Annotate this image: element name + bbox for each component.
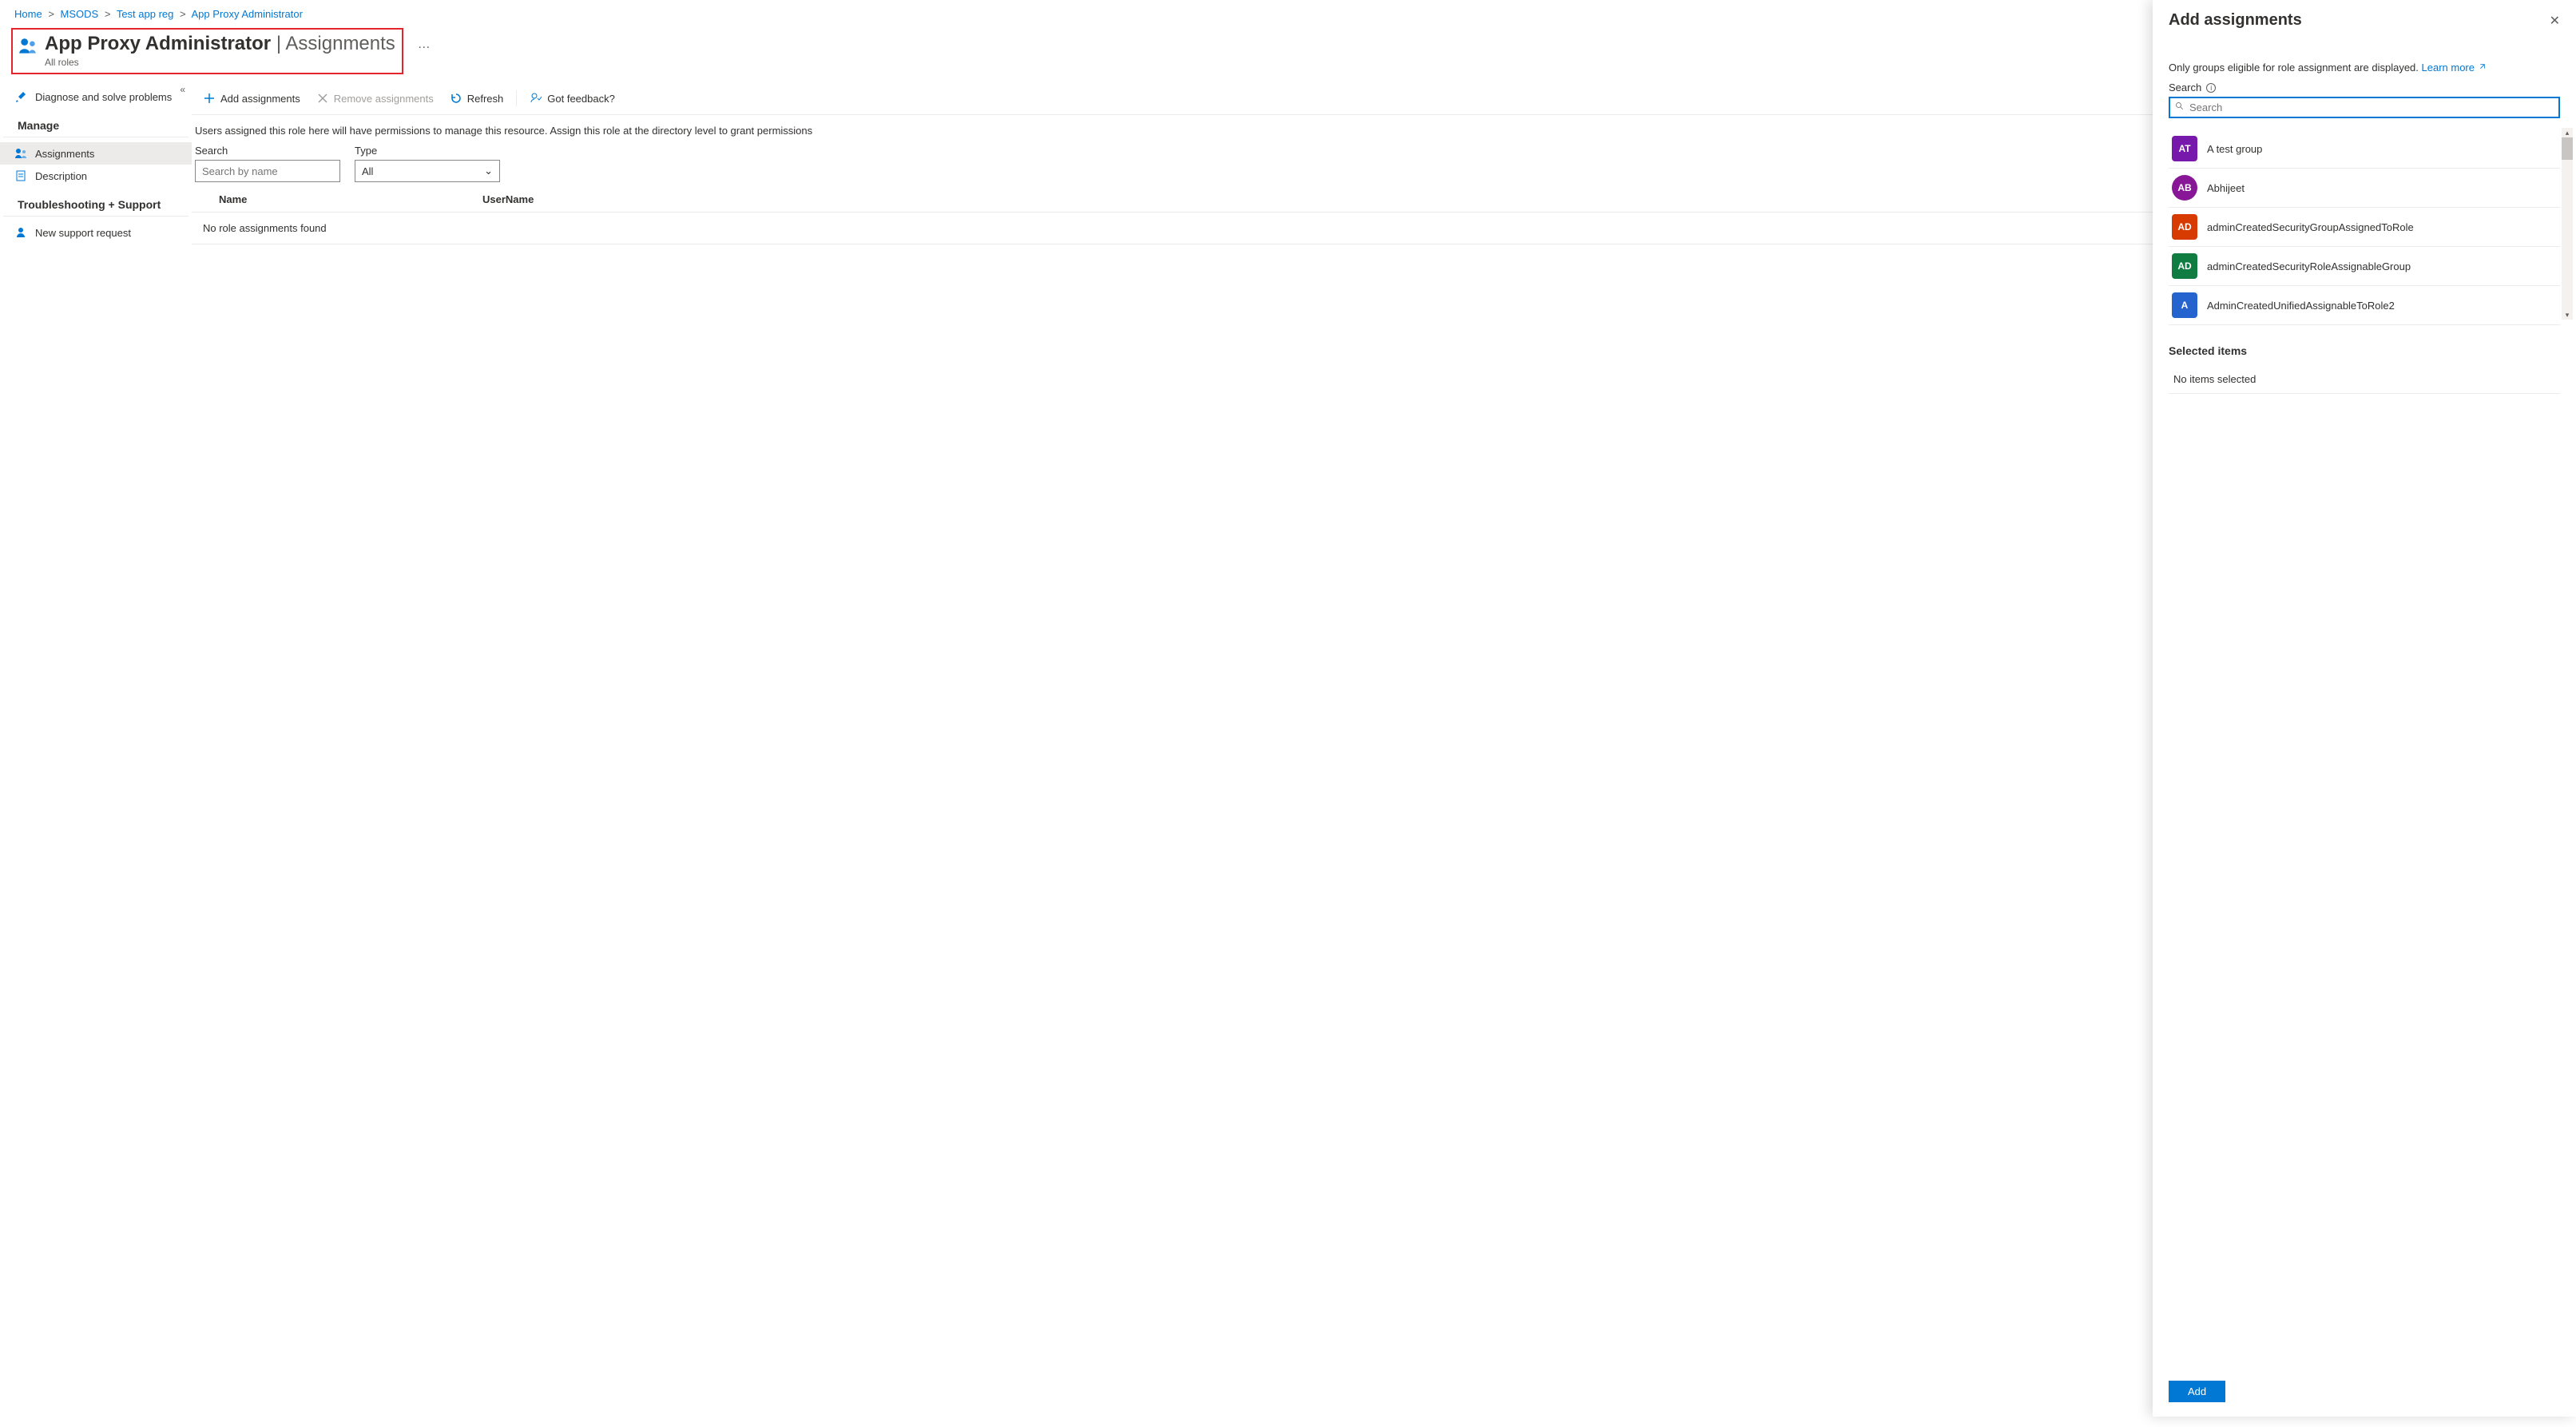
list-item-label: Abhijeet [2207,182,2245,194]
assignments-icon [14,147,27,160]
plus-icon [203,92,216,105]
sidebar-item-diagnose[interactable]: Diagnose and solve problems [0,85,192,108]
avatar: AD [2172,253,2197,279]
sidebar-item-assignments[interactable]: Assignments [0,142,192,165]
list-item[interactable]: AD adminCreatedSecurityGroupAssignedToRol… [2169,208,2560,247]
add-assignments-button[interactable]: Add assignments [195,89,308,108]
add-button[interactable]: Add [2169,1381,2225,1402]
x-icon [316,92,329,105]
breadcrumb-app-proxy-admin[interactable]: App Proxy Administrator [191,8,302,20]
more-button[interactable]: … [418,38,431,52]
panel-search-input-wrap[interactable] [2169,97,2560,118]
breadcrumb-test-app-reg[interactable]: Test app reg [117,8,174,20]
support-icon [14,226,27,239]
sidebar-header-troubleshoot: Troubleshooting + Support [3,187,189,217]
breadcrumb-msods[interactable]: MSODS [61,8,99,20]
avatar: AB [2172,175,2197,201]
page-subtitle: All roles [45,57,395,68]
scroll-down-icon[interactable]: ▾ [2562,310,2573,320]
search-icon [2175,101,2185,113]
add-assignments-panel: Add assignments ✕ Only groups eligible f… [2153,0,2576,1417]
sidebar-item-support[interactable]: New support request [0,221,192,244]
remove-assignments-button: Remove assignments [308,89,442,108]
sidebar-header-manage: Manage [3,108,189,137]
list-item[interactable]: A AdminCreatedUnifiedAssignableToRole2 [2169,286,2560,325]
learn-more-link[interactable]: Learn more [2422,62,2486,74]
scroll-thumb[interactable] [2562,137,2573,160]
feedback-button[interactable]: Got feedback? [522,89,623,108]
refresh-icon [450,92,462,105]
sidebar-item-description[interactable]: Description [0,165,192,187]
avatar: AD [2172,214,2197,240]
list-item[interactable]: AB Abhijeet [2169,169,2560,208]
list-item[interactable]: AD adminCreatedSecurityRoleAssignableGrou… [2169,247,2560,286]
search-label: Search [195,145,340,157]
list-item-label: adminCreatedSecurityRoleAssignableGroup [2207,260,2411,272]
feedback-icon [530,92,542,105]
refresh-button[interactable]: Refresh [442,89,512,108]
column-name[interactable]: Name [195,193,482,205]
breadcrumb-home[interactable]: Home [14,8,42,20]
list-item-label: AdminCreatedUnifiedAssignableToRole2 [2207,300,2395,312]
list-item-label: adminCreatedSecurityGroupAssignedToRole [2207,221,2414,233]
scrollbar[interactable]: ▴ ▾ [2562,128,2573,320]
no-items-selected: No items selected [2169,365,2560,394]
avatar: AT [2172,136,2197,161]
list-item[interactable]: AT A test group [2169,129,2560,169]
diagnose-icon [14,90,27,103]
panel-title: Add assignments [2169,11,2302,30]
type-label: Type [355,145,500,157]
chevron-down-icon: ⌄ [484,165,493,177]
group-list[interactable]: AT A test group AB Abhijeet AD adminCreatedSe… [2169,129,2560,325]
header-highlight: App Proxy Administrator | Assignments Al… [11,28,403,74]
collapse-sidebar-icon[interactable]: « [180,84,185,95]
sidebar: « Diagnose and solve problems Manage Ass… [0,82,192,1427]
avatar: A [2172,292,2197,318]
page-title: App Proxy Administrator | Assignments [45,33,395,55]
search-input[interactable] [195,160,340,182]
type-select[interactable]: All ⌄ [355,160,500,182]
scroll-up-icon[interactable]: ▴ [2562,128,2573,137]
description-icon [14,169,27,182]
info-icon[interactable]: i [2206,83,2216,93]
panel-search-label: Search i [2169,81,2560,93]
selected-items-header: Selected items [2169,344,2560,357]
panel-search-input[interactable] [2188,100,2554,115]
close-icon[interactable]: ✕ [2550,13,2560,29]
list-item-label: A test group [2207,143,2262,155]
panel-info-text: Only groups eligible for role assignment… [2169,62,2560,74]
role-icon [18,36,38,57]
